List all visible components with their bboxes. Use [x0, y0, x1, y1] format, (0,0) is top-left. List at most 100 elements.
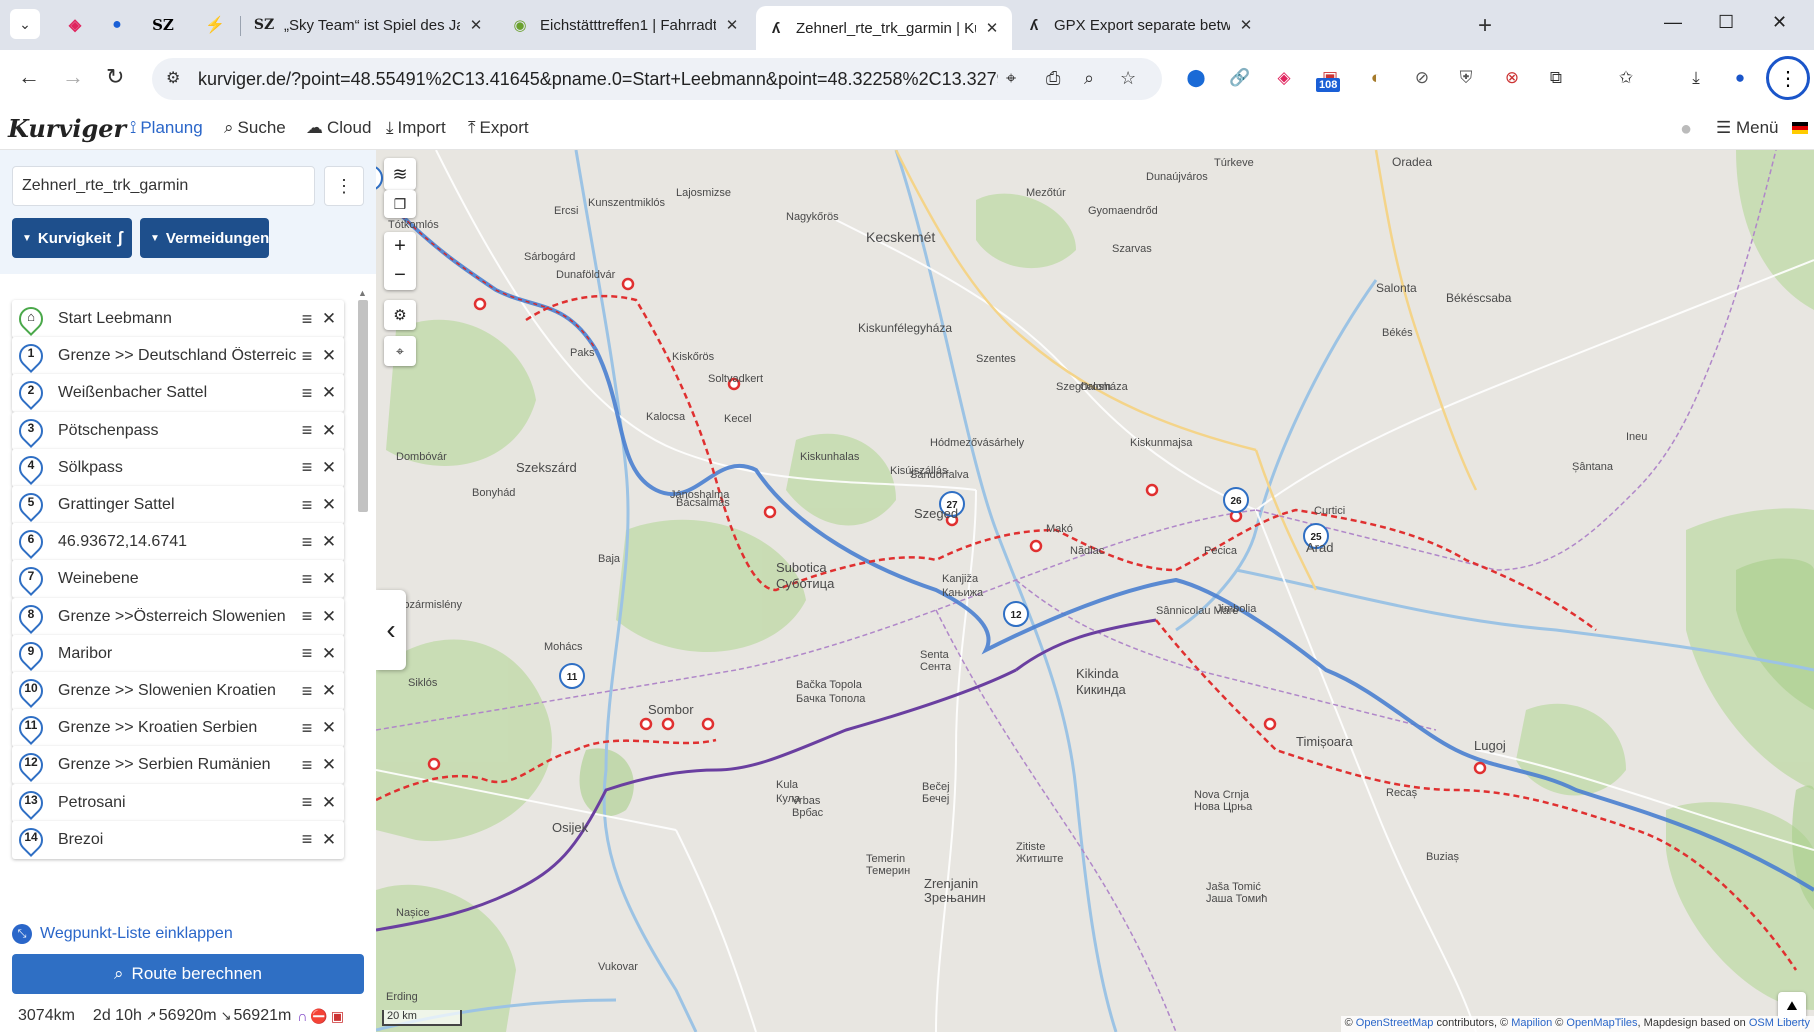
- remove-waypoint-icon[interactable]: ✕: [318, 421, 340, 441]
- waypoint-row[interactable]: ⌂ Start Leebmann ≡ ✕: [12, 300, 344, 338]
- remove-waypoint-icon[interactable]: ✕: [318, 681, 340, 701]
- waypoint-label[interactable]: Start Leebmann: [58, 310, 296, 328]
- map-settings-button[interactable]: ⚙: [384, 300, 416, 330]
- location-extension-icon[interactable]: ⬤: [1184, 66, 1208, 90]
- tracker-extension-icon[interactable]: ⊘: [1410, 66, 1434, 90]
- osm-link[interactable]: OpenStreetMap: [1356, 1017, 1434, 1029]
- waypoint-label[interactable]: Petrosani: [58, 794, 296, 812]
- overlay-button[interactable]: ❐: [384, 190, 416, 218]
- profile-avatar[interactable]: ●: [1728, 66, 1752, 90]
- menu-button[interactable]: ☰ Menü: [1716, 118, 1779, 138]
- ferry-icon[interactable]: ▣: [331, 1008, 344, 1025]
- user-icon[interactable]: ●: [1680, 118, 1692, 141]
- kurviger-logo[interactable]: Kurviger: [8, 114, 126, 143]
- remove-waypoint-icon[interactable]: ✕: [318, 830, 340, 850]
- waypoint-label[interactable]: Grenze >> Serbien Rumänien: [58, 756, 296, 774]
- drag-handle-icon[interactable]: ≡: [296, 681, 318, 702]
- drag-handle-icon[interactable]: ≡: [296, 829, 318, 850]
- waypoint-row[interactable]: 2 Weißenbacher Sattel ≡ ✕: [12, 374, 344, 413]
- via-point[interactable]: [639, 717, 653, 731]
- url-text[interactable]: kurviger.de/?point=48.55491%2C13.41645&p…: [198, 69, 998, 90]
- waypoint-label[interactable]: Grenze >> Slowenien Kroatien: [58, 682, 296, 700]
- waypoint-label[interactable]: Maribor: [58, 645, 296, 663]
- remove-waypoint-icon[interactable]: ✕: [318, 458, 340, 478]
- waypoint-label[interactable]: Brezoi: [58, 831, 296, 849]
- remove-waypoint-icon[interactable]: ✕: [318, 532, 340, 552]
- remove-waypoint-icon[interactable]: ✕: [318, 718, 340, 738]
- tunnel-icon[interactable]: ∩: [297, 1008, 307, 1024]
- remove-waypoint-icon[interactable]: ✕: [318, 755, 340, 775]
- waypoint-label[interactable]: Weinebene: [58, 570, 296, 588]
- osm-liberty-link[interactable]: OSM Liberty: [1749, 1017, 1810, 1029]
- bookmark-star-icon[interactable]: ☆: [1120, 68, 1136, 89]
- drag-handle-icon[interactable]: ≡: [296, 755, 318, 776]
- layers-button[interactable]: ≋: [384, 158, 416, 190]
- site-info-icon[interactable]: ⚙: [166, 68, 180, 88]
- no-entry-icon[interactable]: ⛔: [310, 1008, 327, 1025]
- close-window-button[interactable]: ✕: [1772, 12, 1787, 33]
- remove-waypoint-icon[interactable]: ✕: [318, 495, 340, 515]
- waypoint-row[interactable]: 14 Brezoi ≡ ✕: [12, 820, 344, 859]
- drag-handle-icon[interactable]: ≡: [296, 718, 318, 739]
- scroll-up-arrow[interactable]: ▲: [358, 288, 367, 298]
- nav-cloud[interactable]: ☁ Cloud: [306, 118, 371, 138]
- via-point[interactable]: [701, 717, 715, 731]
- tab-kurviger-forum[interactable]: ʎ GPX Export separate between W ✕: [1014, 6, 1266, 44]
- waypoint-row[interactable]: 4 Sölkpass ≡ ✕: [12, 448, 344, 487]
- tab-komoot[interactable]: ◉ Eichstätttreffen1 | Fahrradtour | ✕: [500, 6, 752, 44]
- via-point[interactable]: [621, 277, 635, 291]
- avoidances-button[interactable]: ▼ Vermeidungen: [140, 218, 269, 258]
- nav-planung[interactable]: ⟟ Planung: [130, 118, 203, 138]
- waypoint-row[interactable]: 10 Grenze >> Slowenien Kroatien ≡ ✕: [12, 672, 344, 710]
- waypoint-label[interactable]: Pötschenpass: [58, 422, 296, 440]
- scrollbar-thumb[interactable]: [358, 300, 368, 512]
- reading-list-icon[interactable]: ✩: [1614, 66, 1638, 90]
- back-button[interactable]: ←: [18, 64, 40, 90]
- minimize-button[interactable]: —: [1664, 12, 1682, 33]
- remove-waypoint-icon[interactable]: ✕: [318, 346, 340, 366]
- person-tab-icon[interactable]: ●: [104, 12, 130, 38]
- openmaptiles-link[interactable]: OpenMapTiles: [1566, 1017, 1637, 1029]
- forward-button[interactable]: →: [62, 64, 84, 90]
- tab-sz-article[interactable]: SZ „Sky Team“ ist Spiel des Jahres 2 ✕: [244, 6, 496, 44]
- tab-kurviger-active[interactable]: ʎ Zehnerl_rte_trk_garmin | Kurvige ✕: [756, 6, 1012, 50]
- remove-waypoint-icon[interactable]: ✕: [318, 644, 340, 664]
- collapse-waypoint-list-link[interactable]: ⤡ Wegpunkt-Liste einklappen: [12, 924, 233, 944]
- drag-handle-icon[interactable]: ≡: [296, 457, 318, 478]
- waypoint-label[interactable]: Sölkpass: [58, 459, 296, 477]
- drag-handle-icon[interactable]: ≡: [296, 383, 318, 404]
- drag-handle-icon[interactable]: ≡: [296, 532, 318, 553]
- curviness-button[interactable]: ▼ Kurvigkeit ʃ: [12, 218, 132, 258]
- zoom-in-button[interactable]: +: [384, 232, 416, 261]
- via-point[interactable]: [427, 757, 441, 771]
- waypoint-row[interactable]: 3 Pötschenpass ≡ ✕: [12, 411, 344, 450]
- close-icon[interactable]: ✕: [722, 16, 742, 34]
- zoom-out-button[interactable]: −: [384, 261, 416, 290]
- route-marker[interactable]: 26: [1223, 487, 1249, 513]
- drag-handle-icon[interactable]: ≡: [296, 792, 318, 813]
- route-name-field[interactable]: Zehnerl_rte_trk_garmin: [12, 166, 315, 206]
- chrome-menu-button[interactable]: ⋮: [1766, 56, 1810, 100]
- via-point[interactable]: [1145, 483, 1159, 497]
- waypoint-row[interactable]: 5 Grattinger Sattel ≡ ✕: [12, 486, 344, 524]
- extensions-puzzle-icon[interactable]: ⧉: [1544, 66, 1568, 90]
- zoom-icon[interactable]: ⌕: [1084, 68, 1094, 89]
- route-marker[interactable]: 12: [1003, 601, 1029, 627]
- calculate-route-button[interactable]: ⌕ Route berechnen: [12, 954, 364, 994]
- via-point[interactable]: [763, 505, 777, 519]
- drag-handle-icon[interactable]: ≡: [296, 569, 318, 590]
- locate-button[interactable]: ⌖: [384, 336, 416, 366]
- drag-handle-icon[interactable]: ≡: [296, 309, 318, 330]
- drag-handle-icon[interactable]: ≡: [296, 643, 318, 664]
- remove-waypoint-icon[interactable]: ✕: [318, 607, 340, 627]
- via-point[interactable]: [661, 717, 675, 731]
- remove-waypoint-icon[interactable]: ✕: [318, 569, 340, 589]
- via-point[interactable]: [1473, 761, 1487, 775]
- pocket-extension-icon[interactable]: ◈: [1272, 66, 1296, 90]
- nav-import[interactable]: ⤓ Import: [386, 118, 446, 138]
- via-point[interactable]: [473, 297, 487, 311]
- mapilion-link[interactable]: Mapilion: [1511, 1017, 1552, 1029]
- link-extension-icon[interactable]: 🔗: [1228, 66, 1252, 90]
- route-marker[interactable]: 28: [376, 166, 383, 190]
- waypoint-row[interactable]: 9 Maribor ≡ ✕: [12, 634, 344, 673]
